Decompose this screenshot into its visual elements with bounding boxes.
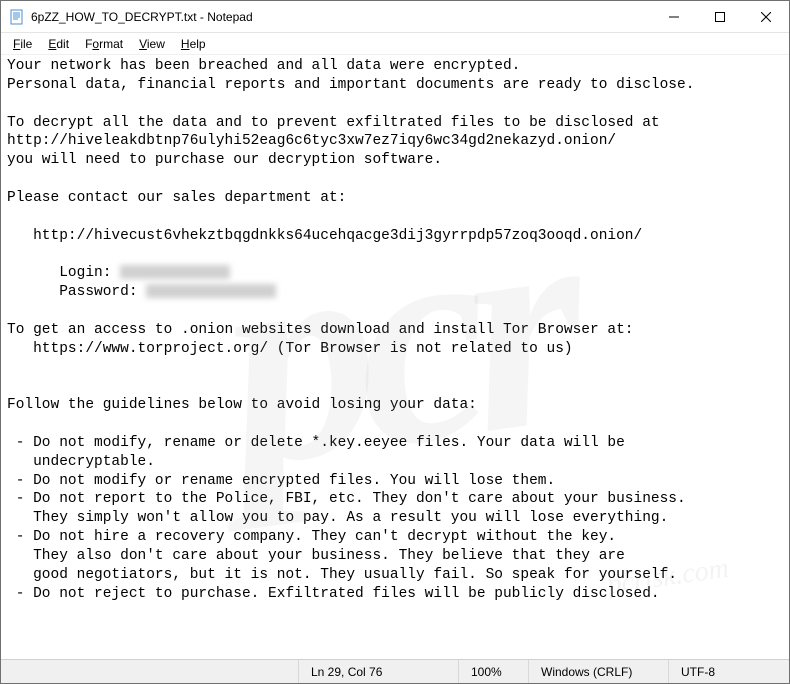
statusbar: Ln 29, Col 76 100% Windows (CRLF) UTF-8 (1, 659, 789, 683)
close-button[interactable] (743, 1, 789, 32)
titlebar[interactable]: 6pZZ_HOW_TO_DECRYPT.txt - Notepad (1, 1, 789, 33)
menu-format[interactable]: Format (77, 35, 131, 53)
maximize-button[interactable] (697, 1, 743, 32)
text-line: - Do not modify or rename encrypted file… (7, 473, 555, 489)
text-line: https://www.torproject.org/ (Tor Browser… (7, 341, 573, 357)
notepad-icon (9, 9, 25, 25)
text-line: To get an access to .onion websites down… (7, 322, 634, 338)
menu-view[interactable]: View (131, 35, 173, 53)
window-title: 6pZZ_HOW_TO_DECRYPT.txt - Notepad (31, 10, 651, 24)
text-line: - Do not report to the Police, FBI, etc.… (7, 491, 686, 507)
text-line: good negotiators, but it is not. They us… (7, 567, 677, 583)
text-line: - Do not reject to purchase. Exfiltrated… (7, 586, 660, 602)
menubar: File Edit Format View Help (1, 33, 789, 55)
status-zoom: 100% (459, 660, 529, 683)
text-line: Please contact our sales department at: (7, 190, 346, 206)
text-line: you will need to purchase our decryption… (7, 152, 442, 168)
text-line: To decrypt all the data and to prevent e… (7, 115, 660, 131)
status-spacer (1, 660, 299, 683)
menu-edit[interactable]: Edit (40, 35, 77, 53)
text-line: - Do not hire a recovery company. They c… (7, 529, 616, 545)
text-line: They simply won't allow you to pay. As a… (7, 510, 668, 526)
window-controls (651, 1, 789, 32)
text-line: http://hiveleakdbtnp76ulyhi52eag6c6tyc3x… (7, 133, 616, 149)
text-area[interactable]: Your network has been breached and all d… (1, 55, 789, 659)
redacted-login (120, 265, 230, 279)
text-line: They also don't care about your business… (7, 548, 625, 564)
redacted-password (146, 284, 276, 298)
text-line: - Do not modify, rename or delete *.key.… (7, 435, 625, 451)
status-encoding: UTF-8 (669, 660, 789, 683)
text-line: undecryptable. (7, 454, 155, 470)
text-line: http://hivecust6vhekztbqgdnkks64ucehqacg… (7, 228, 642, 244)
status-line-ending: Windows (CRLF) (529, 660, 669, 683)
menu-file[interactable]: File (5, 35, 40, 53)
minimize-button[interactable] (651, 1, 697, 32)
status-position: Ln 29, Col 76 (299, 660, 459, 683)
menu-help[interactable]: Help (173, 35, 214, 53)
login-line: Login: (7, 265, 230, 281)
text-line: Personal data, financial reports and imp… (7, 77, 694, 93)
notepad-window: 6pZZ_HOW_TO_DECRYPT.txt - Notepad File E… (0, 0, 790, 684)
text-line: Your network has been breached and all d… (7, 58, 520, 74)
password-line: Password: (7, 284, 276, 300)
text-line: Follow the guidelines below to avoid los… (7, 397, 477, 413)
